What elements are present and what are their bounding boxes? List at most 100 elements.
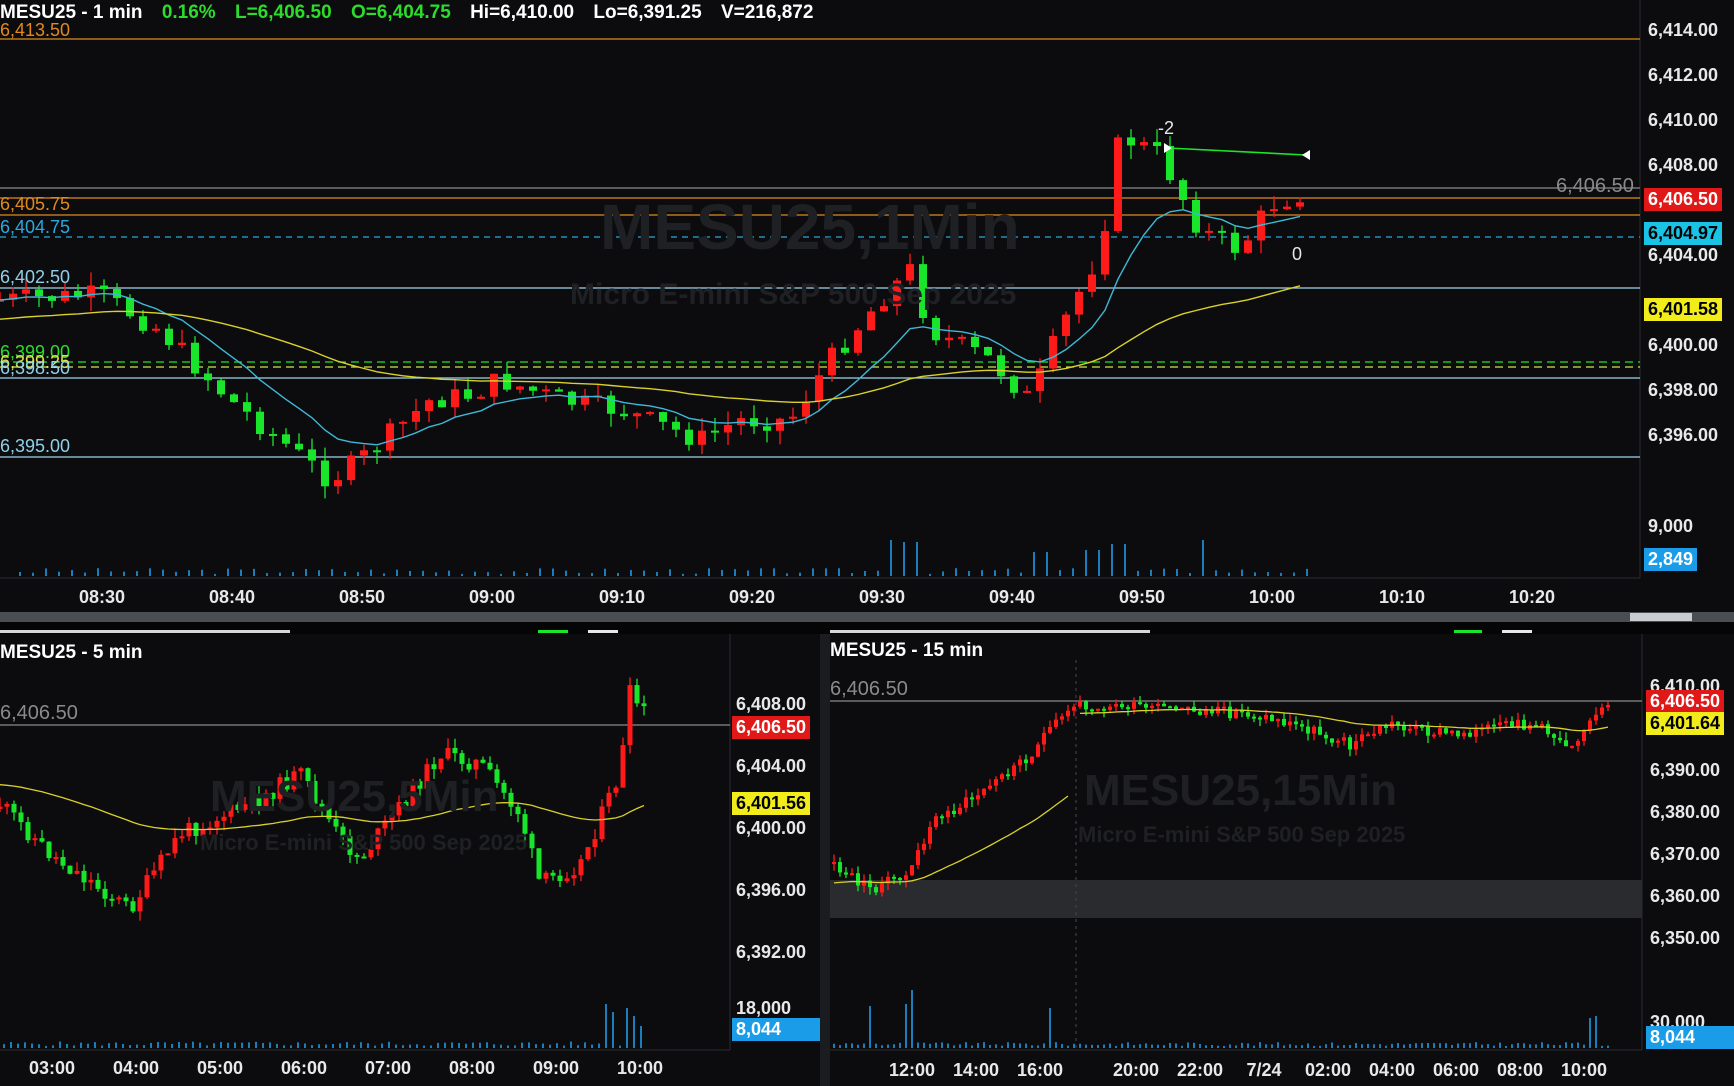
candle	[139, 316, 147, 331]
candle	[880, 883, 884, 893]
candle	[11, 803, 17, 813]
candle	[1378, 725, 1382, 734]
horizontal-scrollbar[interactable]	[0, 612, 1734, 622]
candle	[1306, 726, 1310, 734]
candle	[1049, 335, 1057, 369]
candle	[243, 402, 251, 412]
candle	[178, 342, 186, 346]
candle	[191, 342, 199, 374]
candle	[1108, 706, 1112, 710]
time-axis-label: 10:10	[1378, 587, 1426, 607]
time-axis-label: 02:00	[1304, 1060, 1352, 1080]
shaded-zone	[830, 880, 1642, 918]
pane-splitter[interactable]	[0, 622, 1734, 634]
candle	[994, 779, 998, 786]
level-label-white-2: 6,398.50	[0, 358, 71, 378]
candle	[1564, 740, 1568, 747]
time-axis-label: 10:00	[1248, 587, 1296, 607]
candle	[1234, 710, 1238, 719]
candle	[1222, 706, 1226, 709]
candle	[137, 897, 143, 912]
candle	[102, 888, 108, 899]
candle	[321, 460, 329, 487]
ema-tag: 6,401.56	[732, 792, 811, 815]
candle	[1150, 705, 1154, 708]
candle	[854, 330, 862, 353]
candle	[789, 416, 797, 419]
candle	[1018, 759, 1022, 766]
candle	[1522, 719, 1526, 730]
candle	[997, 355, 1005, 377]
candle	[1156, 703, 1160, 706]
candle	[473, 759, 479, 770]
candle	[1282, 718, 1286, 726]
chart-15min-header: MESU25 - 15 min	[830, 640, 997, 662]
candle	[910, 865, 914, 876]
time-axis-label: 08:50	[338, 587, 386, 607]
candle	[1101, 231, 1109, 275]
time-axis-label: 10:00	[1560, 1060, 1608, 1080]
candle	[172, 838, 178, 854]
candle	[81, 870, 87, 883]
time-axis-label: 09:50	[1118, 587, 1166, 607]
candle	[18, 812, 24, 823]
time-axis-label: 04:00	[112, 1058, 160, 1078]
candle	[452, 747, 458, 754]
price-axis-label: 6,414.00	[1648, 20, 1719, 40]
candle	[1318, 726, 1322, 735]
candle	[1264, 714, 1268, 720]
candle	[1606, 704, 1610, 708]
candle	[1006, 774, 1010, 777]
candle	[74, 870, 80, 874]
candle	[542, 389, 550, 392]
time-axis-label: 09:30	[858, 587, 906, 607]
candle	[571, 875, 577, 879]
candle	[620, 745, 626, 788]
candle	[529, 833, 535, 849]
symbol-label: MESU25 - 1 min	[0, 2, 143, 23]
chart-15min-canvas[interactable]	[830, 634, 1734, 1086]
vertical-splitter[interactable]	[820, 634, 830, 1086]
candle	[451, 389, 459, 408]
candle	[838, 862, 842, 873]
candle	[844, 872, 848, 875]
candle	[1036, 744, 1040, 757]
candle	[25, 822, 31, 841]
candle	[763, 426, 771, 431]
time-axis-label: 09:10	[598, 587, 646, 607]
candle	[1162, 703, 1166, 707]
candle	[1300, 724, 1304, 727]
last-price-tag: 6,406.50	[732, 716, 811, 739]
candle	[1153, 142, 1161, 147]
candle	[945, 337, 953, 341]
ema-line	[1079, 708, 1609, 732]
chart-5min-canvas[interactable]	[0, 634, 820, 1086]
candle	[698, 430, 706, 445]
volume-tag: 8,044	[1646, 1026, 1734, 1049]
time-axis-label: 12:00	[888, 1060, 936, 1080]
price-axis-label: 6,410.00	[1648, 110, 1719, 130]
candle	[1048, 726, 1052, 733]
last-price-line-label: 6,406.50	[1556, 175, 1634, 197]
price-axis-label: 6,408.00	[736, 694, 807, 714]
candle	[867, 311, 875, 331]
scrollbar-thumb[interactable]	[1630, 613, 1692, 621]
pane-tab-indicator	[830, 630, 1150, 633]
candle	[466, 763, 472, 770]
candle	[165, 328, 173, 346]
candle	[1384, 725, 1388, 728]
high-price: Hi=6,410.00	[470, 2, 575, 23]
volume-value: V=216,872	[720, 2, 814, 23]
candle	[952, 810, 956, 814]
candle	[1462, 732, 1466, 737]
candle	[152, 328, 160, 331]
candle	[39, 838, 45, 842]
candle	[1062, 314, 1070, 336]
chart-5min-pane[interactable]: MESU25,5Min Micro E-mini S&P 500 Sep 202…	[0, 634, 820, 1086]
candle	[126, 298, 134, 317]
candle	[282, 434, 290, 444]
chart-15min-pane[interactable]: MESU25,15Min Micro E-mini S&P 500 Sep 20…	[830, 634, 1734, 1086]
candle	[776, 418, 784, 431]
chart-1min-pane[interactable]: MESU25,1Min Micro E-mini S&P 500 Sep 202…	[0, 0, 1734, 612]
candle	[490, 373, 498, 397]
